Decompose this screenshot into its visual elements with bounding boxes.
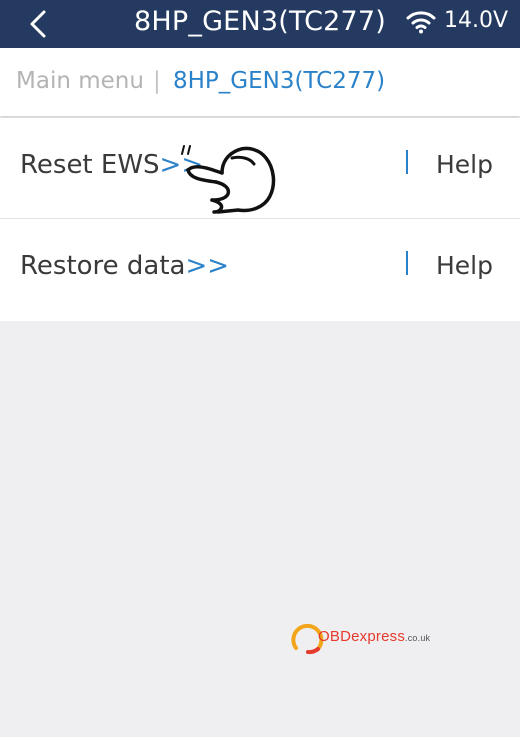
menu-item-label[interactable]: Reset EWS>> xyxy=(20,148,203,182)
arrow-indicator: >> xyxy=(159,150,204,180)
menu-item-label[interactable]: Restore data>> xyxy=(20,249,229,283)
divider xyxy=(406,150,408,174)
breadcrumb-main-menu[interactable]: Main menu xyxy=(16,66,144,96)
help-button[interactable]: Help xyxy=(436,148,493,182)
menu-item-restore-data[interactable]: Restore data>> Help xyxy=(0,219,520,319)
menu-item-reset-ews[interactable]: Reset EWS>> Help xyxy=(0,118,520,219)
help-button[interactable]: Help xyxy=(436,249,493,283)
breadcrumb: Main menu | 8HP_GEN3(TC277) xyxy=(0,48,520,116)
voltage-readout: 14.0V xyxy=(444,8,509,33)
function-menu: Reset EWS>> Help Restore data>> Help xyxy=(0,118,520,321)
page-title: 8HP_GEN3(TC277) xyxy=(134,6,386,37)
top-bar: 8HP_GEN3(TC277) 14.0V xyxy=(0,0,520,48)
divider xyxy=(406,251,408,275)
arrow-indicator: >> xyxy=(185,251,230,281)
breadcrumb-current: 8HP_GEN3(TC277) xyxy=(173,68,386,94)
breadcrumb-separator: | xyxy=(153,68,161,94)
watermark-logo: OBDexpress.co.uk xyxy=(288,618,448,658)
wifi-icon xyxy=(406,10,436,34)
watermark-text: OBDexpress.co.uk xyxy=(318,628,431,645)
